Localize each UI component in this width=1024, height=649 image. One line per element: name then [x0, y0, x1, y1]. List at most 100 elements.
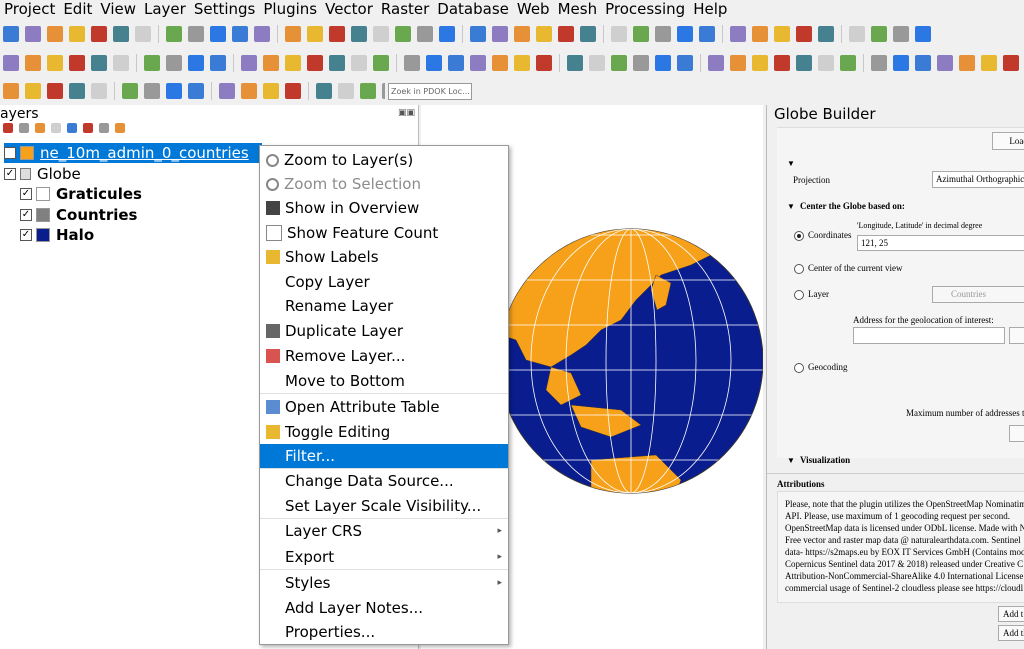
- toolbar-tool-icon[interactable]: [47, 83, 63, 99]
- toolbar-tool-icon[interactable]: [699, 26, 715, 42]
- toolbar-tool-icon[interactable]: [893, 26, 909, 42]
- layer-radio[interactable]: [794, 290, 804, 300]
- layer-visibility-checkbox[interactable]: ✓: [20, 208, 32, 221]
- toolbar-tool-icon[interactable]: [166, 83, 182, 99]
- layer-tool-icon[interactable]: [35, 123, 45, 133]
- toolbar-tool-icon[interactable]: [915, 26, 931, 42]
- toolbar-tool-icon[interactable]: [188, 55, 204, 71]
- layer-tree-item[interactable]: ✓ Halo: [20, 225, 94, 245]
- context-menu-item[interactable]: Toggle Editing: [260, 420, 508, 444]
- menu-layer[interactable]: Layer: [140, 0, 190, 18]
- toolbar-tool-icon[interactable]: [210, 26, 226, 42]
- toolbar-tool-icon[interactable]: [232, 26, 248, 42]
- toolbar-tool-icon[interactable]: [210, 55, 226, 71]
- toolbar-tool-icon[interactable]: [633, 55, 649, 71]
- layer-visibility-checkbox[interactable]: ✓: [4, 147, 16, 159]
- toolbar-tool-icon[interactable]: [580, 26, 596, 42]
- context-menu-item[interactable]: Export ▸: [260, 545, 508, 569]
- toolbar-tool-icon[interactable]: [351, 26, 367, 42]
- pdok-search-input[interactable]: Zoek in PDOK Loc…: [388, 83, 472, 100]
- toolbar-tool-icon[interactable]: [404, 55, 420, 71]
- toolbar-tool-icon[interactable]: [567, 55, 583, 71]
- geocoding-radio[interactable]: [794, 363, 804, 373]
- toolbar-tool-icon[interactable]: [677, 55, 693, 71]
- menu-help[interactable]: Help: [689, 0, 731, 18]
- toolbar-tool-icon[interactable]: [373, 55, 389, 71]
- context-menu-item[interactable]: Layer CRS ▸: [260, 519, 508, 543]
- center-collapse-icon[interactable]: ▼: [787, 202, 795, 211]
- toolbar-tool-icon[interactable]: [263, 55, 279, 71]
- toolbar-tool-icon[interactable]: [307, 55, 323, 71]
- context-menu-item[interactable]: Zoom to Layer(s): [260, 148, 508, 172]
- toolbar-tool-icon[interactable]: [351, 55, 367, 71]
- layer-tool-icon[interactable]: [19, 123, 29, 133]
- toolbar-tool-icon[interactable]: [655, 55, 671, 71]
- add-button-1[interactable]: Add t: [998, 606, 1024, 622]
- toolbar-tool-icon[interactable]: [871, 26, 887, 42]
- toolbar-tool-icon[interactable]: [316, 83, 332, 99]
- collapse-icon[interactable]: ▼: [787, 159, 795, 168]
- projection-select[interactable]: Azimuthal Orthographic: [932, 171, 1024, 188]
- layer-select[interactable]: Countries: [932, 286, 1024, 303]
- toolbar-tool-icon[interactable]: [25, 83, 41, 99]
- toolbar-tool-icon[interactable]: [69, 55, 85, 71]
- toolbar-tool-icon[interactable]: [188, 83, 204, 99]
- toolbar-tool-icon[interactable]: [470, 55, 486, 71]
- toolbar-tool-icon[interactable]: [3, 83, 19, 99]
- context-menu-item[interactable]: Styles ▸: [260, 571, 508, 595]
- toolbar-tool-icon[interactable]: [373, 26, 389, 42]
- menu-processing[interactable]: Processing: [601, 0, 689, 18]
- add-button-2[interactable]: Add th: [998, 625, 1024, 641]
- toolbar-tool-icon[interactable]: [329, 26, 345, 42]
- toolbar-tool-icon[interactable]: [774, 55, 790, 71]
- context-menu-item[interactable]: Show Labels: [260, 245, 508, 269]
- toolbar-tool-icon[interactable]: [144, 83, 160, 99]
- toolbar-tool-icon[interactable]: [937, 55, 953, 71]
- toolbar-tool-icon[interactable]: [69, 26, 85, 42]
- layer-visibility-checkbox[interactable]: ✓: [4, 167, 16, 180]
- coordinates-radio[interactable]: [794, 231, 804, 241]
- menu-web[interactable]: Web: [513, 0, 554, 18]
- toolbar-tool-icon[interactable]: [558, 26, 574, 42]
- toolbar-tool-icon[interactable]: [492, 55, 508, 71]
- toolbar-tool-icon[interactable]: [439, 26, 455, 42]
- load-button[interactable]: Load D: [992, 132, 1024, 150]
- toolbar-tool-icon[interactable]: [708, 55, 724, 71]
- toolbar-tool-icon[interactable]: [981, 55, 997, 71]
- layer-tool-icon[interactable]: [115, 123, 125, 133]
- toolbar-tool-icon[interactable]: [840, 55, 856, 71]
- toolbar-tool-icon[interactable]: [3, 55, 19, 71]
- toolbar-tool-icon[interactable]: [47, 26, 63, 42]
- toolbar-tool-icon[interactable]: [536, 55, 552, 71]
- visualization-collapse-icon[interactable]: ▼: [787, 456, 795, 465]
- layer-visibility-checkbox[interactable]: ✓: [20, 188, 32, 200]
- coordinates-input[interactable]: 121, 25: [857, 235, 1024, 251]
- toolbar-tool-icon[interactable]: [382, 83, 385, 99]
- context-menu-item[interactable]: Change Data Source...: [260, 469, 508, 493]
- toolbar-tool-icon[interactable]: [144, 55, 160, 71]
- toolbar-tool-icon[interactable]: [959, 55, 975, 71]
- toolbar-tool-icon[interactable]: [69, 83, 85, 99]
- menu-database[interactable]: Database: [433, 0, 513, 18]
- toolbar-tool-icon[interactable]: [818, 55, 834, 71]
- toolbar-tool-icon[interactable]: [241, 83, 257, 99]
- panel-close-icon[interactable]: ▣▣: [398, 108, 415, 118]
- layer-tool-icon[interactable]: [99, 123, 109, 133]
- toolbar-tool-icon[interactable]: [166, 26, 182, 42]
- layer-tool-icon[interactable]: [83, 123, 93, 133]
- toolbar-tool-icon[interactable]: [329, 55, 345, 71]
- toolbar-tool-icon[interactable]: [338, 83, 354, 99]
- toolbar-tool-icon[interactable]: [417, 26, 433, 42]
- toolbar-tool-icon[interactable]: [285, 83, 301, 99]
- layer-tree-item[interactable]: ✓ Globe: [4, 164, 81, 184]
- context-menu-item[interactable]: Properties...: [260, 620, 508, 644]
- toolbar-tool-icon[interactable]: [796, 55, 812, 71]
- toolbar-tool-icon[interactable]: [677, 26, 693, 42]
- toolbar-tool-icon[interactable]: [611, 26, 627, 42]
- toolbar-tool-icon[interactable]: [774, 26, 790, 42]
- toolbar-tool-icon[interactable]: [730, 26, 746, 42]
- context-menu-item[interactable]: Copy Layer: [260, 270, 508, 294]
- toolbar-tool-icon[interactable]: [514, 26, 530, 42]
- context-menu-item[interactable]: Set Layer Scale Visibility...: [260, 494, 508, 518]
- context-menu-item[interactable]: Duplicate Layer: [260, 319, 508, 343]
